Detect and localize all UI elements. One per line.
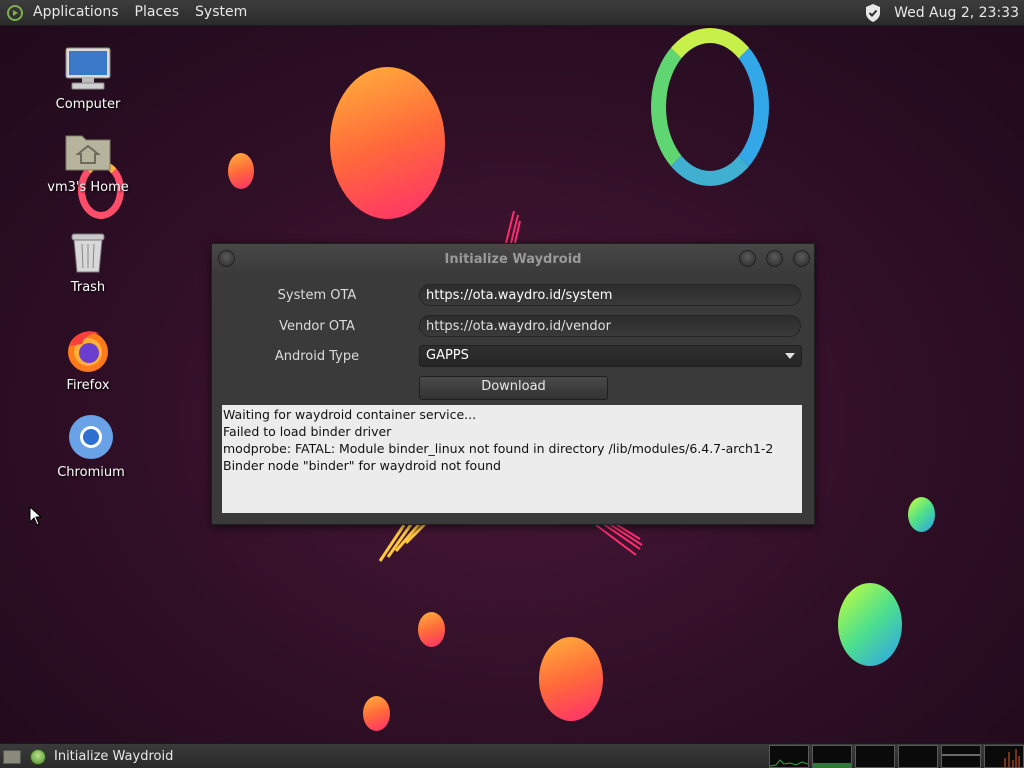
mouse-cursor-icon	[29, 506, 43, 526]
show-desktop-icon[interactable]	[3, 749, 21, 764]
desktop-icon-label: Firefox	[66, 378, 110, 393]
desktop-icon-label: vm3's Home	[47, 180, 129, 195]
desktop-icon-chromium[interactable]: Chromium	[41, 413, 141, 480]
android-type-value: GAPPS	[426, 348, 469, 363]
disk-monitor-graph	[984, 745, 1024, 768]
top-panel: Applications Places System Wed Aug 2, 23…	[0, 0, 1024, 26]
dialog-title: Initialize Waydroid	[444, 252, 582, 267]
app-menu-icon[interactable]	[7, 4, 23, 21]
desktop-icon-label: Chromium	[57, 465, 125, 480]
log-output[interactable]: Waiting for waydroid container service..…	[222, 405, 802, 513]
log-line: Failed to load binder driver	[223, 424, 392, 439]
swap-monitor-graph	[898, 745, 938, 768]
system-ota-input[interactable]	[419, 284, 801, 306]
clock[interactable]: Wed Aug 2, 23:33	[894, 5, 1019, 21]
close-icon[interactable]	[793, 250, 810, 267]
minimize-icon[interactable]	[739, 250, 756, 267]
system-monitor[interactable]	[766, 745, 1024, 768]
cpu-monitor-graph	[769, 745, 809, 768]
maximize-icon[interactable]	[766, 250, 783, 267]
desktop-icon-computer[interactable]: Computer	[38, 45, 138, 112]
chevron-down-icon	[785, 353, 795, 359]
window-menu-icon[interactable]	[218, 250, 235, 267]
home-folder-icon	[64, 128, 112, 176]
desktop-icon-label: Computer	[55, 97, 121, 112]
android-type-label: Android Type	[274, 349, 360, 364]
android-type-select[interactable]: GAPPS	[419, 345, 802, 367]
shield-icon[interactable]	[864, 3, 882, 23]
log-line: Binder node "binder" for waydroid not fo…	[223, 458, 501, 473]
desktop-icon-firefox[interactable]: Firefox	[38, 326, 138, 393]
chromium-icon	[67, 413, 115, 461]
desktop-icon-label: Trash	[70, 280, 106, 295]
menu-system[interactable]: System	[187, 0, 255, 25]
network-monitor-graph	[855, 745, 895, 768]
waydroid-icon	[30, 748, 46, 765]
trash-icon	[64, 228, 112, 276]
load-monitor-graph	[941, 745, 981, 768]
menu-places[interactable]: Places	[127, 0, 188, 25]
download-button[interactable]: Download	[419, 376, 608, 400]
taskbar-item-label: Initialize Waydroid	[54, 749, 174, 764]
bottom-panel: Initialize Waydroid	[0, 743, 1024, 768]
desktop-icon-home[interactable]: vm3's Home	[38, 128, 138, 195]
computer-icon	[64, 45, 112, 93]
top-panel-tray: Wed Aug 2, 23:33	[864, 3, 1024, 23]
menu-applications[interactable]: Applications	[25, 0, 127, 25]
log-line: Waiting for waydroid container service..…	[223, 407, 477, 422]
memory-monitor-graph	[812, 745, 852, 768]
dialog-titlebar[interactable]: Initialize Waydroid	[212, 244, 814, 275]
initialize-waydroid-dialog: Initialize Waydroid System OTA Vendor OT…	[211, 243, 815, 525]
firefox-icon	[64, 326, 112, 374]
vendor-ota-input[interactable]	[419, 315, 801, 337]
system-ota-label: System OTA	[277, 288, 357, 303]
desktop-icon-trash[interactable]: Trash	[38, 228, 138, 295]
vendor-ota-label: Vendor OTA	[279, 319, 355, 334]
taskbar-item-initialize-waydroid[interactable]: Initialize Waydroid	[30, 748, 174, 765]
log-line: modprobe: FATAL: Module binder_linux not…	[223, 441, 774, 456]
